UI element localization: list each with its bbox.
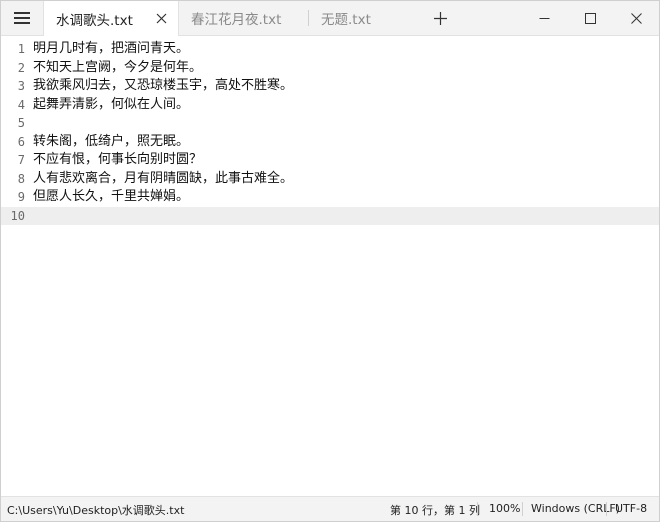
status-divider <box>522 502 523 516</box>
status-divider <box>477 502 478 516</box>
line-text: 人有悲欢离合，月有阴晴圆缺，此事古难全。 <box>33 170 294 186</box>
line-text: 起舞弄清影，何似在人间。 <box>33 96 190 112</box>
window-controls <box>521 1 659 35</box>
editor-line[interactable]: 2 不知天上宫阙，今夕是何年。 <box>1 59 659 78</box>
zoom-level[interactable]: 100% <box>489 502 520 515</box>
new-tab-button[interactable] <box>423 1 457 35</box>
close-icon <box>630 12 642 24</box>
line-number: 2 <box>17 60 25 75</box>
editor-lines: 1 明月几时有，把酒问青天。 2 不知天上宫阙，今夕是何年。 3 我欲乘风归去，又恐琼楼玉… <box>1 36 659 225</box>
tab-chunjianghuayueye[interactable]: 春江花月夜.txt <box>179 1 309 35</box>
maximize-button[interactable] <box>567 1 613 35</box>
editor-line[interactable]: 6 转朱阁，低绮户，照无眠。 <box>1 133 659 152</box>
tab-label: 春江花月夜.txt <box>191 12 282 28</box>
line-number: 5 <box>17 116 25 130</box>
editor-line[interactable]: 3 我欲乘风归去，又恐琼楼玉宇，高处不胜寒。 <box>1 77 659 96</box>
minimize-icon <box>539 17 549 19</box>
tab-label: 无题.txt <box>321 12 371 28</box>
line-number: 8 <box>17 171 25 186</box>
line-number: 10 <box>10 208 25 223</box>
text-editor[interactable]: 1 明月几时有，把酒问青天。 2 不知天上宫阙，今夕是何年。 3 我欲乘风归去，又恐琼楼玉… <box>1 36 659 498</box>
line-text: 我欲乘风归去，又恐琼楼玉宇，高处不胜寒。 <box>33 78 294 93</box>
editor-line[interactable]: 5 <box>1 114 659 133</box>
cursor-position[interactable]: 第 10 行，第 1 列 <box>390 502 480 518</box>
line-number: 1 <box>17 42 25 56</box>
tab-bar: 水调歌头.txt 春江花月夜.txt 无题.txt <box>1 1 659 36</box>
plus-icon <box>433 11 447 25</box>
editor-line[interactable]: 10 <box>1 206 659 225</box>
tab-wuti[interactable]: 无题.txt <box>309 1 427 35</box>
line-number: 3 <box>17 79 25 93</box>
editor-line[interactable]: 1 明月几时有，把酒问青天。 <box>1 40 659 59</box>
tab-label: 水调歌头.txt <box>56 12 133 29</box>
line-number: 7 <box>17 153 25 167</box>
minimize-button[interactable] <box>521 1 567 35</box>
line-text: 不知天上宫阙，今夕是何年。 <box>33 59 203 75</box>
line-text: 但愿人长久，千里共婵娟。 <box>33 189 190 204</box>
editor-line[interactable]: 4 起舞弄清影，何似在人间。 <box>1 96 659 115</box>
status-bar: C:\Users\Yu\Desktop\水调歌头.txt 第 10 行，第 1 … <box>1 496 659 521</box>
line-number: 9 <box>17 190 25 204</box>
line-text: 不应有恨，何事长向别时圆？ <box>33 152 203 167</box>
notepad-window: 水调歌头.txt 春江花月夜.txt 无题.txt 1 明月几时有，把酒问青天。… <box>0 0 660 522</box>
line-number: 6 <box>17 134 25 149</box>
encoding[interactable]: UTF-8 <box>615 502 647 515</box>
editor-line[interactable]: 9 但愿人长久，千里共婵娟。 <box>1 188 659 207</box>
editor-line[interactable]: 8 人有悲欢离合，月有阴晴圆缺，此事古难全。 <box>1 170 659 189</box>
line-text: 明月几时有，把酒问青天。 <box>33 41 190 56</box>
line-text: 转朱阁，低绮户，照无眠。 <box>33 133 190 149</box>
maximize-icon <box>584 12 596 24</box>
hamburger-icon <box>14 12 30 24</box>
menu-button[interactable] <box>1 1 43 35</box>
editor-line[interactable]: 7 不应有恨，何事长向别时圆？ <box>1 151 659 170</box>
close-window-button[interactable] <box>613 1 659 35</box>
line-number: 4 <box>17 97 25 112</box>
tab-shuidiaogetou[interactable]: 水调歌头.txt <box>43 1 179 36</box>
close-icon[interactable] <box>154 11 168 25</box>
file-path: C:\Users\Yu\Desktop\水调歌头.txt <box>7 504 185 517</box>
status-divider <box>606 502 607 516</box>
